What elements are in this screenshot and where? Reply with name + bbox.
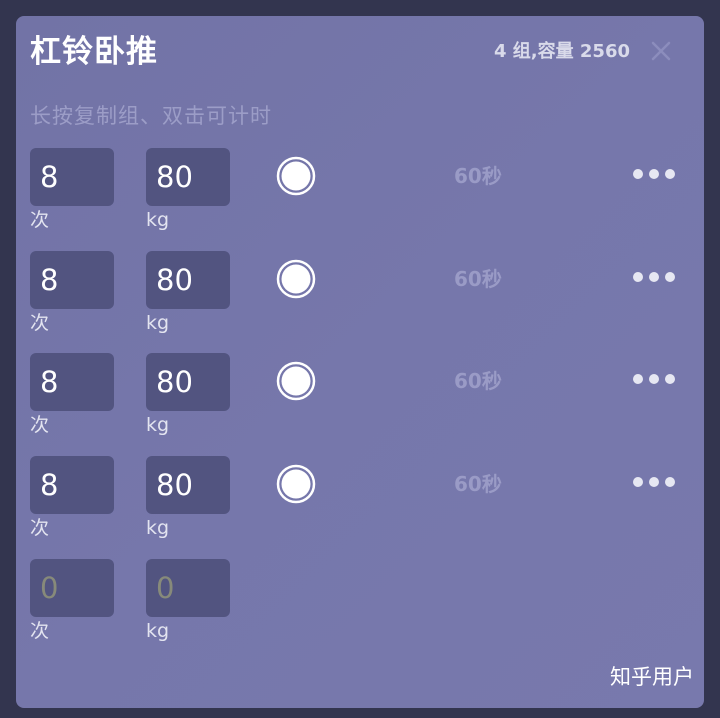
- reps-unit-label: 次: [30, 209, 50, 231]
- weight-unit-label: kg: [146, 517, 170, 539]
- more-horizontal-icon: [632, 369, 676, 389]
- reps-unit-label: 次: [30, 620, 50, 642]
- reps-unit-label: 次: [30, 414, 50, 436]
- exercise-title: 杠铃卧推: [30, 34, 158, 70]
- rest-timer[interactable]: 60秒: [454, 265, 502, 293]
- close-icon: [644, 34, 678, 68]
- weight-input[interactable]: 80: [146, 251, 230, 309]
- weight-input[interactable]: 80: [146, 353, 230, 411]
- rest-timer[interactable]: 60秒: [454, 470, 502, 498]
- weight-input[interactable]: 80: [146, 456, 230, 514]
- reps-input[interactable]: 8: [30, 148, 114, 206]
- set-options-button[interactable]: [632, 267, 676, 287]
- exercise-card: 杠铃卧推 4 组,容量 2560 长按复制组、双击可计时 8 80 次 kg 6…: [16, 16, 704, 708]
- circle-check-icon: [276, 156, 316, 196]
- more-horizontal-icon: [632, 472, 676, 492]
- complete-set-toggle[interactable]: [276, 259, 316, 299]
- complete-set-toggle[interactable]: [276, 464, 316, 504]
- reps-input[interactable]: 8: [30, 456, 114, 514]
- more-horizontal-icon: [632, 164, 676, 184]
- more-horizontal-icon: [632, 267, 676, 287]
- reps-input[interactable]: 8: [30, 353, 114, 411]
- weight-input[interactable]: 80: [146, 148, 230, 206]
- volume-summary: 4 组,容量 2560: [494, 41, 630, 62]
- circle-check-icon: [276, 259, 316, 299]
- reps-unit-label: 次: [30, 312, 50, 334]
- weight-unit-label: kg: [146, 209, 170, 231]
- reps-unit-label: 次: [30, 517, 50, 539]
- reps-input[interactable]: 8: [30, 251, 114, 309]
- circle-check-icon: [276, 464, 316, 504]
- usage-hint: 长按复制组、双击可计时: [30, 104, 272, 128]
- set-options-button[interactable]: [632, 369, 676, 389]
- close-button[interactable]: [644, 34, 678, 68]
- weight-unit-label: kg: [146, 312, 170, 334]
- set-options-button[interactable]: [632, 472, 676, 492]
- weight-unit-label: kg: [146, 414, 170, 436]
- set-row: 8 80 次 kg 60秒: [16, 456, 704, 556]
- watermark: 知乎用户: [610, 665, 694, 689]
- weight-unit-label: kg: [146, 620, 170, 642]
- circle-check-icon: [276, 361, 316, 401]
- rest-timer[interactable]: 60秒: [454, 162, 502, 190]
- new-reps-input[interactable]: 0: [30, 559, 114, 617]
- new-weight-input[interactable]: 0: [146, 559, 230, 617]
- rest-timer[interactable]: 60秒: [454, 367, 502, 395]
- set-row: 8 80 次 kg 60秒: [16, 353, 704, 453]
- set-options-button[interactable]: [632, 164, 676, 184]
- complete-set-toggle[interactable]: [276, 156, 316, 196]
- set-row: 8 80 次 kg 60秒: [16, 148, 704, 248]
- new-set-row: 0 0 次 kg: [16, 559, 704, 659]
- complete-set-toggle[interactable]: [276, 361, 316, 401]
- set-row: 8 80 次 kg 60秒: [16, 251, 704, 351]
